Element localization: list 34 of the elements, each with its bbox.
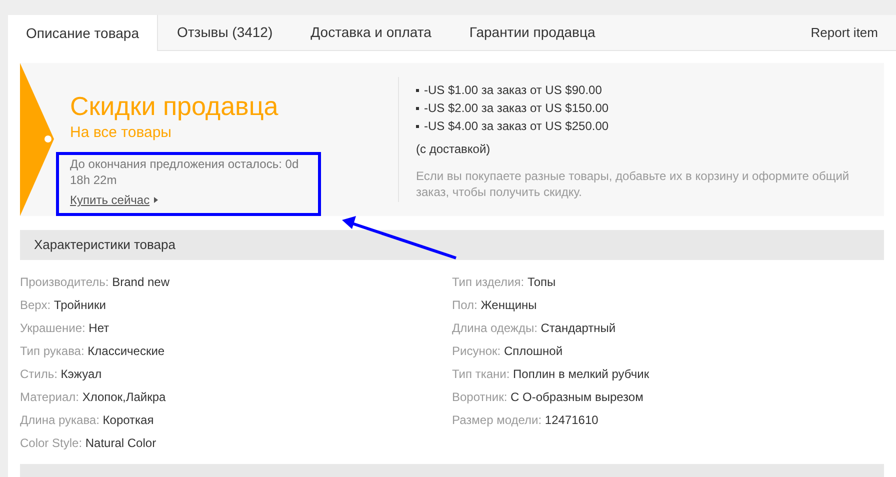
discount-text: -US $1.00 за заказ от US $90.00 xyxy=(424,82,602,99)
tab[interactable]: Доставка и оплата xyxy=(292,15,450,50)
report-link[interactable]: Report item xyxy=(810,22,896,42)
spec-row-text: Пол: Женщины xyxy=(452,297,538,314)
promo-title: Скидки продавца xyxy=(70,90,280,122)
shipping-note: (с доставкой) xyxy=(416,141,492,158)
promo-subtitle: На все товары xyxy=(70,123,172,143)
spec-row-text: Производитель: Brand new xyxy=(20,274,170,291)
tab[interactable]: Описание товара xyxy=(8,15,158,51)
spec-row-text: Размер модели: 12471610 xyxy=(452,412,600,429)
countdown-text: До окончания предложения осталось: 0d 18h 22m xyxy=(70,156,300,188)
discount-hint: Если вы покупаете разные товары, добавьте их в корзину и оформите общий заказ, чтобы получить скидку. xyxy=(416,168,850,200)
spec-row-text: Тип ткани: Поплин в мелкий рубчик xyxy=(452,366,650,383)
spec-row-text: Верх: Тройники xyxy=(20,297,107,314)
bullet-icon xyxy=(416,124,419,128)
buy-now-link[interactable]: Купить сейчас xyxy=(70,191,150,209)
spec-row-text: Стиль: Кэжуал xyxy=(20,366,103,383)
tab[interactable]: Гарантии продавца xyxy=(450,15,614,50)
spec-row-text: Длина одежды: Стандартный xyxy=(452,320,617,337)
caret-icon xyxy=(154,197,158,203)
bullet-icon xyxy=(416,106,419,110)
discount-text: -US $4.00 за заказ от US $250.00 xyxy=(424,118,609,135)
spec-row-text: Рисунок: Сплошной xyxy=(452,343,564,360)
spec-row-text: Украшение: Нет xyxy=(20,320,110,337)
tab[interactable]: Отзывы (3412) xyxy=(158,15,292,50)
bullet-icon xyxy=(416,88,419,92)
discount-text: -US $2.00 за заказ от US $150.00 xyxy=(424,100,609,117)
spec-row-text: Материал: Хлопок,Лайкра xyxy=(20,389,167,406)
spec-row-text: Тип рукава: Классические xyxy=(20,343,166,360)
spec-row-text: Тип изделия: Топы xyxy=(452,274,557,291)
section-header: Характеристики товара xyxy=(20,230,884,260)
spec-row-text: Длина рукава: Короткая xyxy=(20,412,155,429)
spec-row-text: Воротник: С О-образным вырезом xyxy=(452,389,644,406)
spec-row-text: Color Style: Natural Color xyxy=(20,435,158,452)
